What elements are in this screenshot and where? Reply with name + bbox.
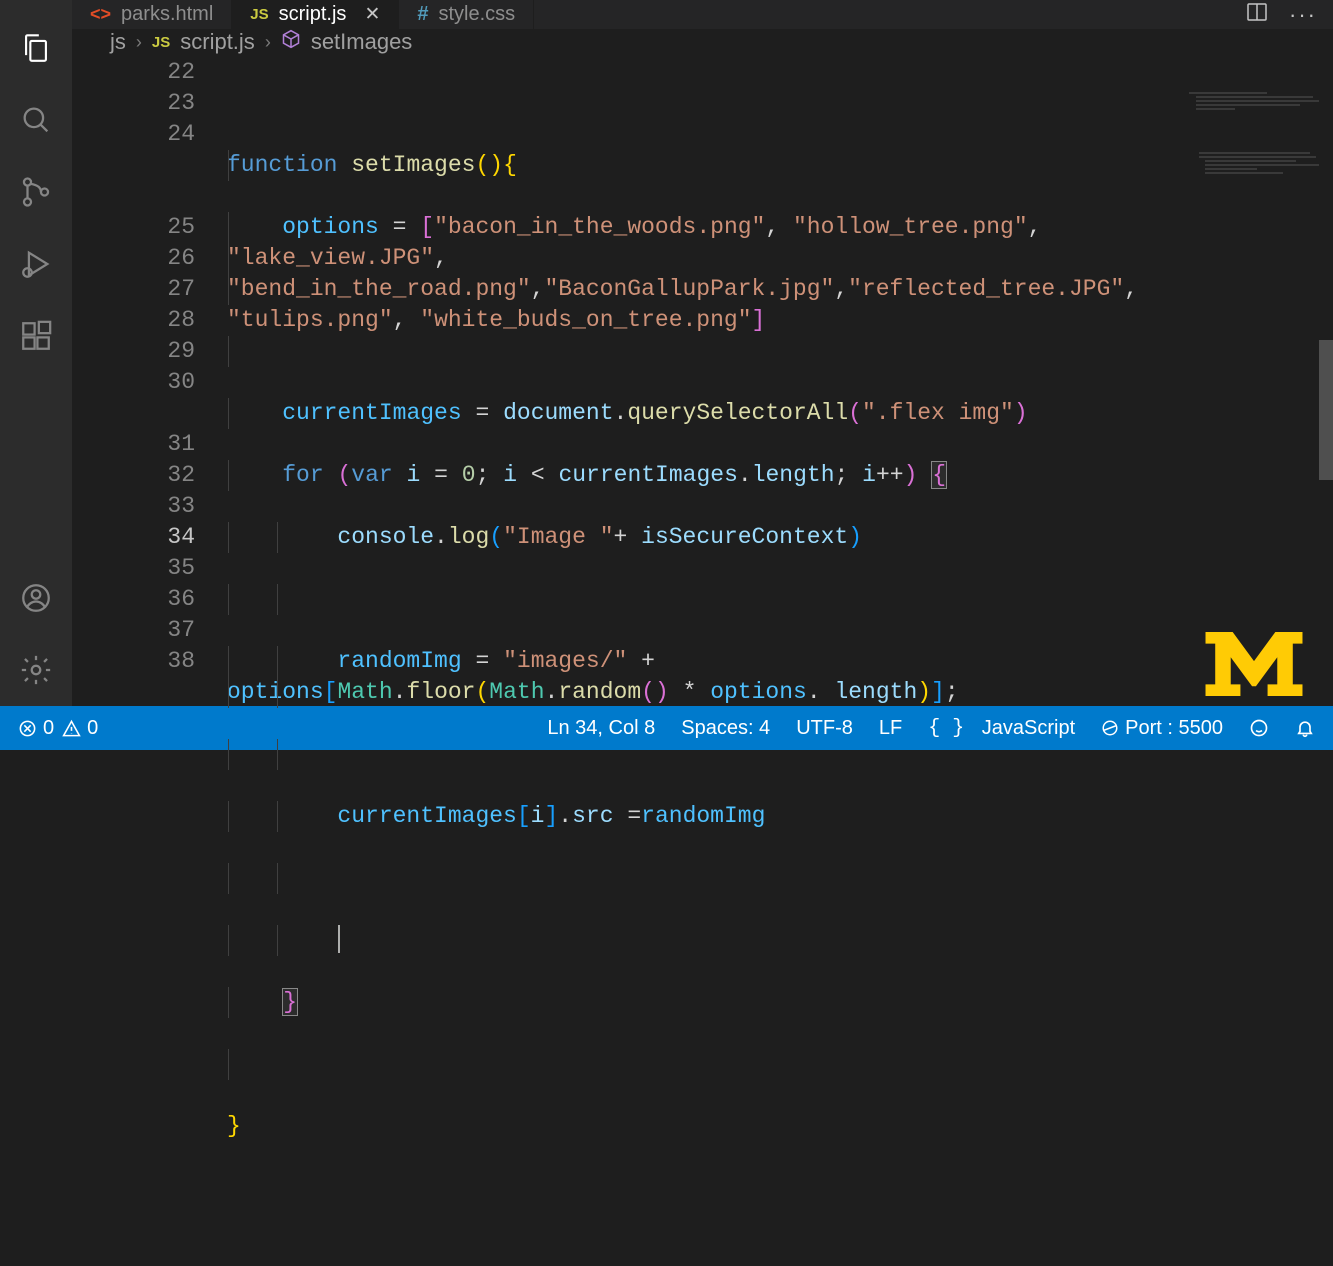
michigan-logo (1205, 632, 1303, 696)
js-icon: JS (250, 6, 268, 23)
html-icon: <> (90, 4, 111, 25)
js-icon: JS (152, 34, 170, 51)
close-icon[interactable]: ✕ (364, 3, 380, 26)
status-errors[interactable]: 0 (18, 717, 54, 740)
explorer-icon[interactable] (0, 12, 72, 84)
breadcrumb-file: script.js (180, 29, 255, 55)
line-gutter: 2223242526272829303132333435363738 (72, 57, 227, 1266)
breadcrumb-folder: js (110, 29, 126, 55)
symbol-icon (281, 29, 301, 55)
code-editor[interactable]: 2223242526272829303132333435363738 // ad… (72, 55, 1333, 1266)
more-actions-icon[interactable]: ··· (1289, 2, 1317, 28)
editor-tabs: <> parks.html JS script.js ✕ # style.css… (72, 0, 1333, 29)
minimap[interactable] (1189, 92, 1319, 292)
tab-label: script.js (279, 3, 347, 26)
tab-label: parks.html (121, 3, 213, 26)
tab-style-css[interactable]: # style.css (399, 0, 534, 29)
accounts-icon[interactable] (0, 562, 72, 634)
split-editor-icon[interactable] (1245, 0, 1269, 29)
extensions-icon[interactable] (0, 300, 72, 372)
source-control-icon[interactable] (0, 156, 72, 228)
run-debug-icon[interactable] (0, 228, 72, 300)
css-icon: # (417, 3, 428, 26)
search-icon[interactable] (0, 84, 72, 156)
tab-parks-html[interactable]: <> parks.html (72, 0, 232, 29)
vertical-scrollbar[interactable] (1319, 340, 1333, 480)
tab-label: style.css (438, 3, 515, 26)
activity-bar (0, 0, 72, 706)
breadcrumb-symbol: setImages (311, 29, 413, 55)
settings-gear-icon[interactable] (0, 634, 72, 706)
tab-script-js[interactable]: JS script.js ✕ (232, 0, 399, 29)
text-cursor (338, 925, 340, 953)
code-content[interactable]: function setImages(){ options = ["bacon_… (227, 57, 1333, 1266)
breadcrumb[interactable]: js › JS script.js › setImages (72, 29, 1333, 55)
